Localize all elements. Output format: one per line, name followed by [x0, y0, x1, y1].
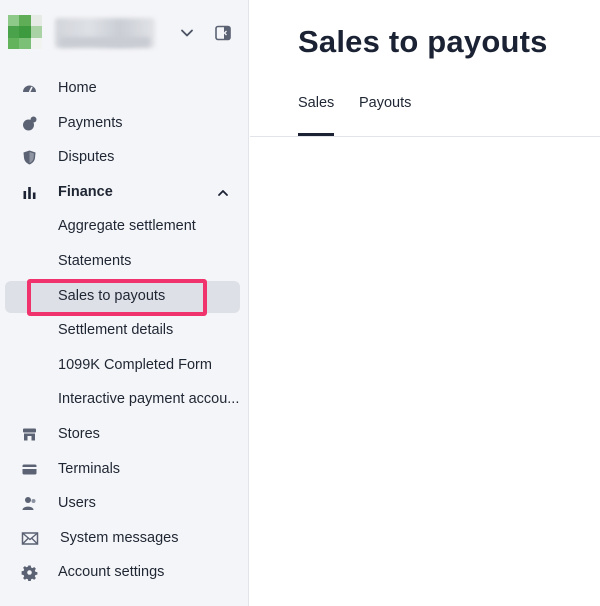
sidebar-item-account-settings[interactable]: Account settings — [0, 555, 249, 590]
chevron-down-icon[interactable] — [178, 24, 196, 42]
main-content: Sales to payouts Sales Payouts — [250, 0, 600, 606]
sidebar-item-label: Users — [58, 495, 96, 512]
sidebar-item-terminals[interactable]: Terminals — [0, 452, 249, 487]
sidebar-item-label: Statements — [58, 252, 132, 269]
sidebar-item-label: 1099K Completed Form — [58, 356, 212, 373]
sidebar-item-label: Settlement details — [58, 322, 174, 339]
sidebar-item-label: Finance — [58, 183, 113, 200]
sidebar-subitem-interactive-payment[interactable]: Interactive payment accou... — [0, 382, 249, 417]
tab-bar: Sales Payouts — [250, 80, 600, 137]
tab-sales[interactable]: Sales — [298, 95, 335, 136]
account-avatar — [8, 15, 42, 49]
sidebar-item-system-messages[interactable]: System messages — [0, 521, 249, 556]
sidebar-item-label: Stores — [58, 425, 100, 442]
sidebar-item-label: Aggregate settlement — [58, 218, 196, 235]
sidebar-item-label: Home — [58, 80, 97, 96]
account-switcher[interactable] — [0, 0, 249, 66]
sidebar-item-disputes[interactable]: Disputes — [0, 140, 249, 175]
shield-icon — [23, 150, 36, 165]
gear-icon — [21, 565, 38, 582]
chevron-up-icon[interactable] — [216, 186, 230, 200]
sidebar-item-label: Interactive payment accou... — [58, 391, 240, 408]
sidebar-item-finance[interactable]: Finance — [0, 175, 249, 210]
sidebar-item-label: Account settings — [58, 564, 165, 581]
page-title: Sales to payouts — [298, 24, 548, 59]
sidebar-subitem-1099k-form[interactable]: 1099K Completed Form — [0, 348, 249, 383]
sidebar: Home Payments Disputes Finance Aggregate… — [0, 0, 249, 606]
sidebar-item-label: Payments — [58, 114, 123, 131]
gauge-icon — [23, 85, 36, 93]
sidebar-subitem-statements[interactable]: Statements — [0, 244, 249, 279]
sidebar-item-label: Terminals — [58, 460, 121, 477]
mail-icon — [21, 531, 39, 545]
sidebar-item-users[interactable]: Users — [0, 486, 249, 521]
sidebar-subitem-sales-to-payouts[interactable]: Sales to payouts — [0, 278, 249, 316]
sidebar-item-stores[interactable]: Stores — [0, 417, 249, 452]
bar-chart-icon — [23, 186, 36, 199]
sidebar-subitem-aggregate-settlement[interactable]: Aggregate settlement — [0, 209, 249, 244]
sidebar-subitem-settlement-details[interactable]: Settlement details — [0, 313, 249, 348]
sidebar-collapse-icon[interactable] — [214, 24, 232, 42]
sidebar-item-label: Sales to payouts — [58, 287, 166, 304]
tab-payouts[interactable]: Payouts — [359, 95, 411, 111]
sidebar-item-label: System messages — [60, 529, 179, 546]
account-subtitle-blurred — [60, 37, 150, 47]
sidebar-item-label: Disputes — [58, 149, 115, 166]
coins-icon — [23, 116, 37, 131]
sidebar-nav: Home Payments Disputes Finance Aggregate… — [0, 71, 249, 590]
sidebar-item-payments[interactable]: Payments — [0, 106, 249, 141]
store-icon — [23, 428, 36, 441]
sidebar-item-home[interactable]: Home — [0, 71, 249, 106]
users-icon — [22, 497, 36, 511]
card-icon — [22, 464, 37, 475]
